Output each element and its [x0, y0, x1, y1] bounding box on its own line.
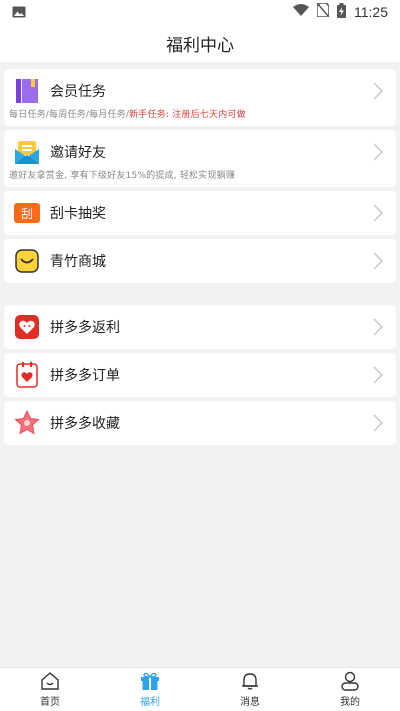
nav-welfare-label: 福利: [140, 697, 160, 708]
chevron-right-icon: [373, 143, 384, 161]
pdd-rebate-card[interactable]: 拼多多返利: [4, 305, 396, 349]
nav-home[interactable]: 首页: [0, 668, 100, 711]
user-icon: [341, 671, 359, 691]
member-tasks-card[interactable]: 会员任务 每日任务/每周任务/每月任务/新手任务: 注册后七天内可做: [4, 69, 396, 126]
chevron-right-icon: [373, 82, 384, 100]
home-icon: [41, 672, 59, 690]
chevron-right-icon: [373, 204, 384, 222]
chevron-right-icon: [373, 318, 384, 336]
status-bar: 11:25: [0, 0, 400, 24]
envelope-icon: [14, 139, 40, 165]
bamboo-mall-label: 青竹商城: [50, 254, 106, 270]
chevron-right-icon: [373, 414, 384, 432]
nav-profile-label: 我的: [340, 697, 360, 708]
pdd-favorites-card[interactable]: 拼多多收藏: [4, 401, 396, 445]
battery-charging-icon: [337, 2, 346, 22]
pdd-orders-card[interactable]: 拼多多订单: [4, 353, 396, 397]
invite-friends-card[interactable]: 邀请好友 邀好友拿赏金, 享有下级好友15%的提成, 轻松实现躺赚: [4, 130, 396, 187]
book-icon: [14, 78, 40, 104]
member-tasks-label: 会员任务: [50, 84, 106, 100]
scratch-card-card[interactable]: 刮 刮卡抽奖: [4, 191, 396, 235]
scratch-card-icon: 刮: [14, 200, 40, 226]
gift-icon: [141, 672, 159, 690]
gallery-notification-icon: [12, 3, 26, 22]
nav-messages[interactable]: 消息: [200, 668, 300, 711]
chevron-right-icon: [373, 252, 384, 270]
pdd-logo-icon: [14, 314, 40, 340]
pdd-favorites-label: 拼多多收藏: [50, 416, 120, 432]
chevron-right-icon: [373, 366, 384, 384]
order-list-icon: [14, 362, 40, 388]
status-time: 11:25: [354, 4, 388, 20]
page-title: 福利中心: [166, 35, 234, 56]
wifi-icon: [293, 4, 309, 20]
nav-welfare[interactable]: 福利: [100, 668, 200, 711]
title-bar: 福利中心: [0, 24, 400, 62]
shopping-bag-icon: [14, 248, 40, 274]
bamboo-mall-card[interactable]: 青竹商城: [4, 239, 396, 283]
invite-friends-label: 邀请好友: [50, 145, 106, 161]
pdd-orders-label: 拼多多订单: [50, 368, 120, 384]
scratch-card-label: 刮卡抽奖: [50, 206, 106, 222]
nav-profile[interactable]: 我的: [300, 668, 400, 711]
nav-home-label: 首页: [40, 697, 60, 708]
nav-messages-label: 消息: [240, 697, 260, 708]
bell-icon: [242, 673, 258, 690]
bottom-nav: 首页 福利 消息 我的: [0, 667, 400, 711]
no-sim-icon: [316, 2, 330, 21]
pdd-rebate-label: 拼多多返利: [50, 320, 120, 336]
star-icon: [14, 410, 40, 436]
